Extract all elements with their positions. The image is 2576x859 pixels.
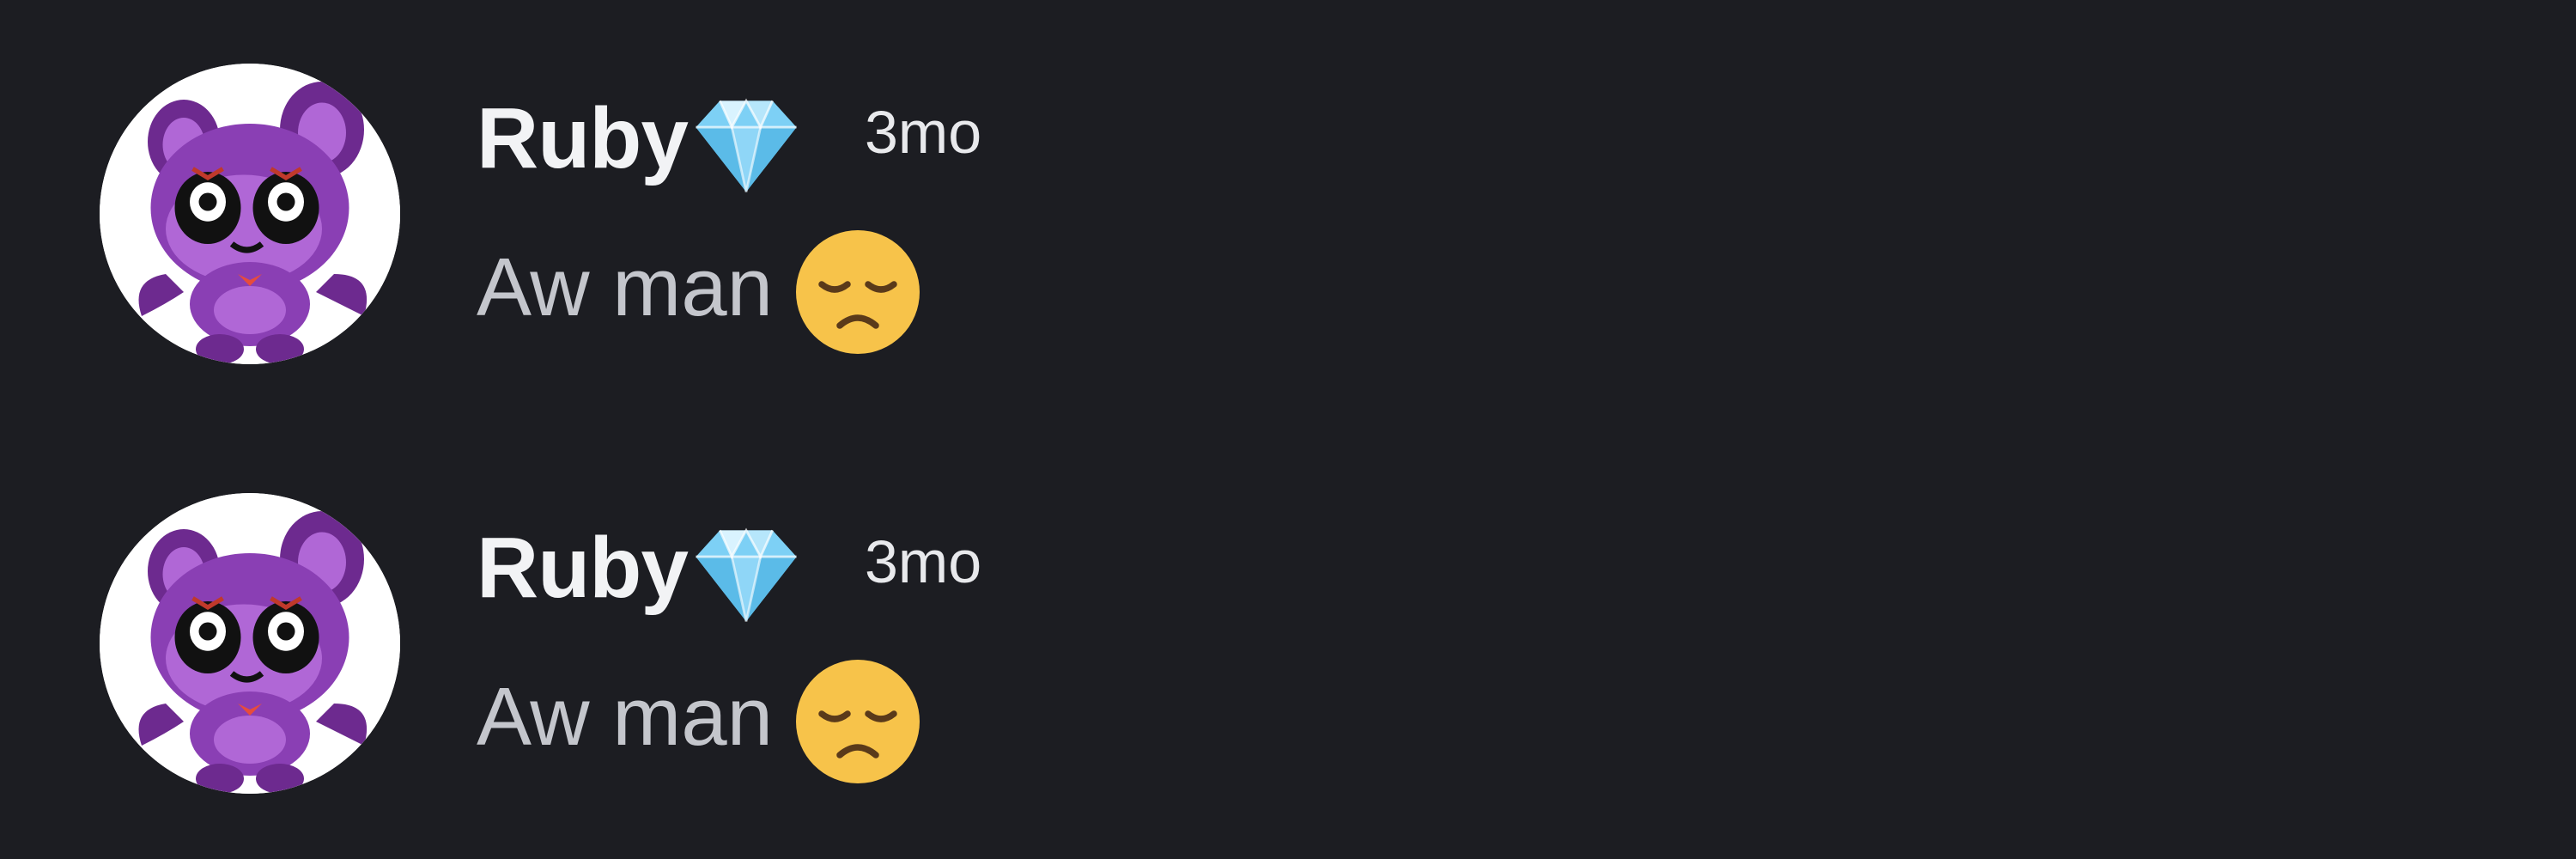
comment-body: Aw man [477,215,922,361]
disappointed-face-icon [796,660,920,783]
comment-item: Ruby 3mo Aw man [0,430,2576,842]
comment-body: Aw man [477,644,922,790]
purple-creature-avatar-icon [100,493,400,794]
gem-stone-icon [696,98,797,192]
comment-text: Aw man [477,241,774,333]
author-name[interactable]: Ruby [477,95,689,181]
comment-header: Ruby 3mo [477,82,981,194]
timestamp: 3mo [865,99,982,166]
comment-item: Ruby 3mo Aw man [0,0,2576,412]
disappointed-face-icon [796,230,920,354]
purple-creature-avatar-icon [100,64,400,364]
gem-stone-icon [696,527,797,622]
avatar[interactable] [100,493,400,794]
avatar[interactable] [100,64,400,364]
timestamp: 3mo [865,528,982,595]
comment-header: Ruby 3mo [477,512,981,624]
author-name[interactable]: Ruby [477,525,689,611]
comment-text: Aw man [477,671,774,763]
